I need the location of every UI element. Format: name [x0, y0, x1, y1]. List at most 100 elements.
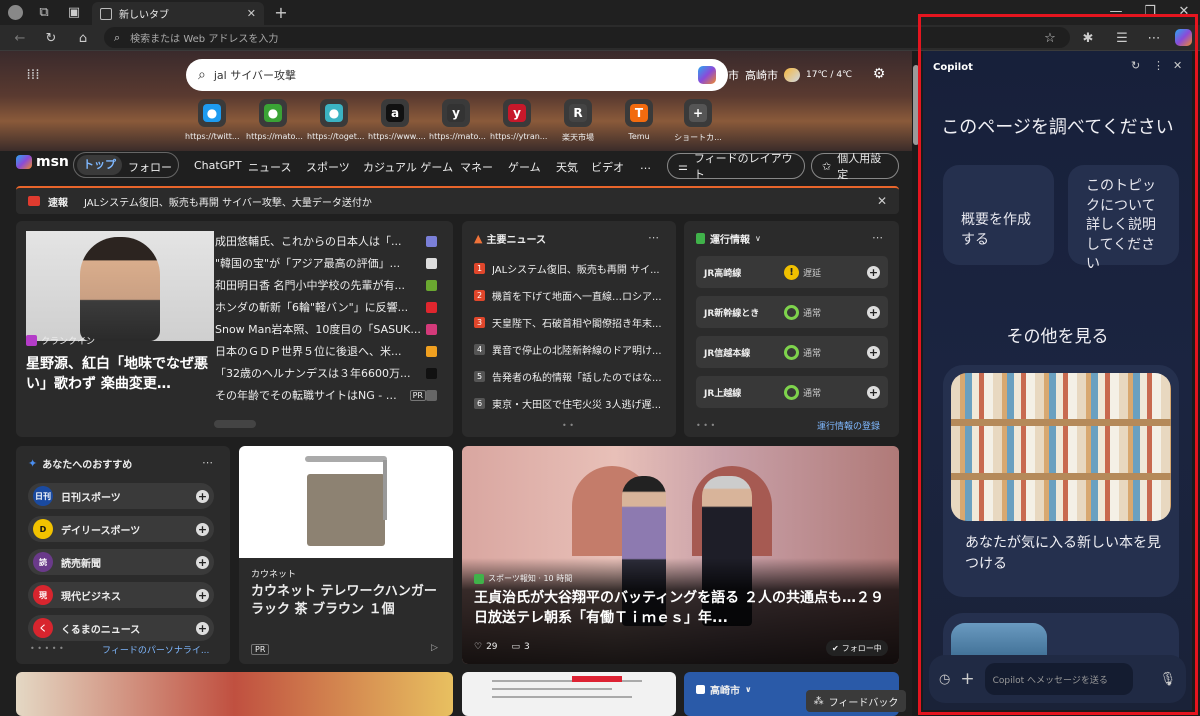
- chevron-down-icon[interactable]: ∨: [745, 685, 752, 694]
- headline-list-item[interactable]: 成田悠輔氏、これからの日本人は「...: [215, 232, 437, 250]
- main-news-more-icon[interactable]: ⋯: [648, 231, 659, 244]
- copilot-refresh-icon[interactable]: ↻: [1131, 59, 1140, 72]
- headline-list-item[interactable]: 日本のＧＤＰ世界５位に後退へ、米...: [215, 342, 437, 360]
- msn-search-box[interactable]: ⌕ jal サイバー攻撃: [186, 59, 728, 91]
- bottom-card-2[interactable]: [462, 672, 676, 716]
- settings-gear-icon[interactable]: ⚙: [871, 66, 887, 82]
- history-icon[interactable]: ◷: [939, 672, 950, 687]
- refresh-icon[interactable]: ↻: [43, 30, 59, 46]
- summarize-button[interactable]: 概要を作成する: [943, 165, 1054, 265]
- headline-title[interactable]: 星野源、紅白「地味でなぜ悪い」歌わず 楽曲変更…: [26, 355, 212, 394]
- close-window-icon[interactable]: ✕: [1176, 4, 1192, 19]
- minimize-icon[interactable]: —: [1108, 4, 1124, 19]
- recommend-item[interactable]: D デイリースポーツ +: [28, 516, 214, 542]
- quick-link[interactable]: a https://www....: [368, 99, 426, 141]
- add-line-icon[interactable]: +: [867, 265, 880, 279]
- quick-link[interactable]: ● https://mato...: [246, 99, 303, 141]
- chevron-down-icon[interactable]: ∨: [755, 234, 761, 243]
- new-topic-icon[interactable]: +: [960, 669, 974, 689]
- recommend-more-link[interactable]: フィードのパーソナライ...: [102, 643, 209, 656]
- main-news-item[interactable]: 5 告発者の私的情報「話したのではな...: [474, 369, 668, 384]
- page-scrollbar-thumb[interactable]: [913, 65, 919, 145]
- collections-icon[interactable]: ⧉: [36, 4, 52, 20]
- follow-button[interactable]: ✔ フォロー中: [826, 640, 888, 656]
- ad-card[interactable]: カウネット カウネット テレワークハンガーラック 茶 ブラウン １個 PR ▷: [239, 446, 453, 664]
- recommend-item[interactable]: 日刊 日刊スポーツ +: [28, 483, 214, 509]
- main-news-item[interactable]: 4 異音で停止の北陸新幹線のドア明け...: [474, 342, 668, 357]
- train-line-row[interactable]: JR上越線 通常 +: [696, 376, 888, 408]
- personalize-button[interactable]: ✩ 個人用設定: [811, 152, 899, 181]
- book-suggestion-card[interactable]: あなたが気に入る新しい本を見つける: [943, 365, 1179, 597]
- feed-layout-button[interactable]: ⚌ フィードのレイアウト: [667, 152, 805, 181]
- copilot-more-icon[interactable]: ⋮: [1153, 59, 1164, 72]
- headline-list-item[interactable]: その年齢でその転職サイトはNG - 仕... PR: [215, 386, 437, 404]
- explain-topic-button[interactable]: このトピックについて詳しく説明してください: [1068, 165, 1179, 272]
- feedback-button[interactable]: ⁂ フィードバック: [806, 690, 906, 712]
- add-line-icon[interactable]: +: [867, 305, 880, 319]
- bottom-card-1[interactable]: [16, 672, 453, 716]
- follow-publisher-icon[interactable]: +: [196, 555, 209, 569]
- headline-list-item[interactable]: "韓国の宝"が「アジア最高の評価」...: [215, 254, 437, 272]
- follow-publisher-icon[interactable]: +: [196, 621, 209, 635]
- train-dots[interactable]: • • •: [696, 421, 715, 430]
- heart-icon[interactable]: ♡: [474, 642, 482, 652]
- nav-tab-item[interactable]: マネー: [460, 159, 493, 175]
- main-news-item[interactable]: 3 天皇陛下、石破首相や閣僚招き年末...: [474, 315, 668, 330]
- recommend-more-icon[interactable]: ⋯: [202, 456, 213, 469]
- ad-title[interactable]: カウネット テレワークハンガーラック 茶 ブラウン １個: [251, 583, 447, 619]
- nav-tab-top[interactable]: トップ: [77, 155, 122, 175]
- follow-publisher-icon[interactable]: +: [196, 588, 209, 602]
- restore-icon[interactable]: ❐: [1142, 4, 1158, 19]
- weather-header[interactable]: 市 高崎市 17℃ / 4℃: [728, 65, 858, 85]
- train-more-icon[interactable]: ⋯: [872, 231, 883, 244]
- quick-link[interactable]: y https://ytran...: [490, 99, 547, 141]
- follow-publisher-icon[interactable]: +: [196, 522, 209, 536]
- breaking-news-bar[interactable]: 速報 JALシステム復旧、販売も再開 サイバー攻撃、大量データ送付か ✕: [16, 186, 899, 214]
- main-news-item[interactable]: 6 東京・大田区で住宅火災 3人逃げ遅...: [474, 396, 668, 411]
- quick-link[interactable]: R 楽天市場: [551, 99, 605, 143]
- tab-actions-icon[interactable]: ▣: [66, 4, 82, 20]
- follow-publisher-icon[interactable]: +: [196, 489, 209, 503]
- recommend-dots[interactable]: • • • • •: [30, 644, 64, 653]
- page-scrollbar[interactable]: [912, 51, 920, 716]
- train-line-row[interactable]: JR信越本線 通常 +: [696, 336, 888, 368]
- quick-link[interactable]: ● https://twitt...: [185, 99, 239, 141]
- copilot-message-input[interactable]: Copilot へメッセージを送る: [984, 663, 1133, 695]
- nav-tab-item[interactable]: 天気: [556, 159, 578, 175]
- add-line-icon[interactable]: +: [867, 385, 880, 399]
- recommend-item[interactable]: 読読売新聞 +: [28, 549, 214, 575]
- tab-new[interactable]: 新しいタブ ✕: [92, 2, 264, 25]
- headline-list-item[interactable]: 「32歳のヘルナンデスは３年6600万...: [215, 364, 437, 382]
- back-icon[interactable]: ←: [12, 30, 28, 46]
- copilot-close-icon[interactable]: ✕: [1173, 59, 1182, 72]
- train-register-link[interactable]: 運行情報の登録: [817, 419, 880, 432]
- address-input[interactable]: ⌕ 検索または Web アドレスを入力: [104, 27, 1070, 48]
- quick-link[interactable]: + ショートカ...: [671, 99, 725, 143]
- nav-tab-item[interactable]: カジュアル ゲーム: [363, 159, 453, 175]
- msn-logo[interactable]: msn: [16, 154, 69, 170]
- nav-tab-item[interactable]: ビデオ: [591, 159, 624, 175]
- main-news-item[interactable]: 1 JALシステム復旧、販売も再開 サイ...: [474, 261, 668, 276]
- feature-title[interactable]: 王貞治氏が大谷翔平のバッティングを語る ２人の共通点も…２９日放送テレ朝系「有働…: [474, 588, 888, 629]
- add-line-icon[interactable]: +: [867, 345, 880, 359]
- train-line-row[interactable]: JR新幹線とき 通常 +: [696, 296, 888, 328]
- quick-link[interactable]: ● https://toget...: [307, 99, 364, 141]
- more-menu-icon[interactable]: ⋯: [1146, 30, 1162, 46]
- nav-tab-item[interactable]: ChatGPT: [194, 159, 242, 172]
- quick-link[interactable]: y https://mato...: [429, 99, 486, 141]
- nav-tab-item[interactable]: ニュース: [248, 159, 291, 175]
- close-breaking-icon[interactable]: ✕: [877, 194, 887, 208]
- recommend-item[interactable]: くくるまのニュース +: [28, 615, 214, 641]
- train-title[interactable]: 運行情報: [710, 231, 750, 246]
- profile-avatar[interactable]: [8, 5, 23, 20]
- new-tab-button[interactable]: +: [272, 3, 290, 22]
- apps-grid-icon[interactable]: ⁞⁞⁞: [25, 67, 41, 83]
- extensions-icon[interactable]: ✱: [1080, 30, 1096, 46]
- close-tab-icon[interactable]: ✕: [247, 7, 256, 20]
- feature-card[interactable]: スポーツ報知 · 10 時間 王貞治氏が大谷翔平のバッティングを語る ２人の共通…: [462, 446, 899, 664]
- headline-card[interactable]: クランクイン 星野源、紅白「地味でなぜ悪い」歌わず 楽曲変更… 成田悠輔氏、これ…: [16, 221, 453, 437]
- nav-tab-item[interactable]: スポーツ: [306, 159, 350, 175]
- microphone-icon[interactable]: 🎙︎: [1159, 672, 1176, 687]
- nav-tab-item[interactable]: ゲーム: [508, 159, 541, 175]
- headline-list-item[interactable]: 和田明日香 名門小中学校の先輩が有...: [215, 276, 437, 294]
